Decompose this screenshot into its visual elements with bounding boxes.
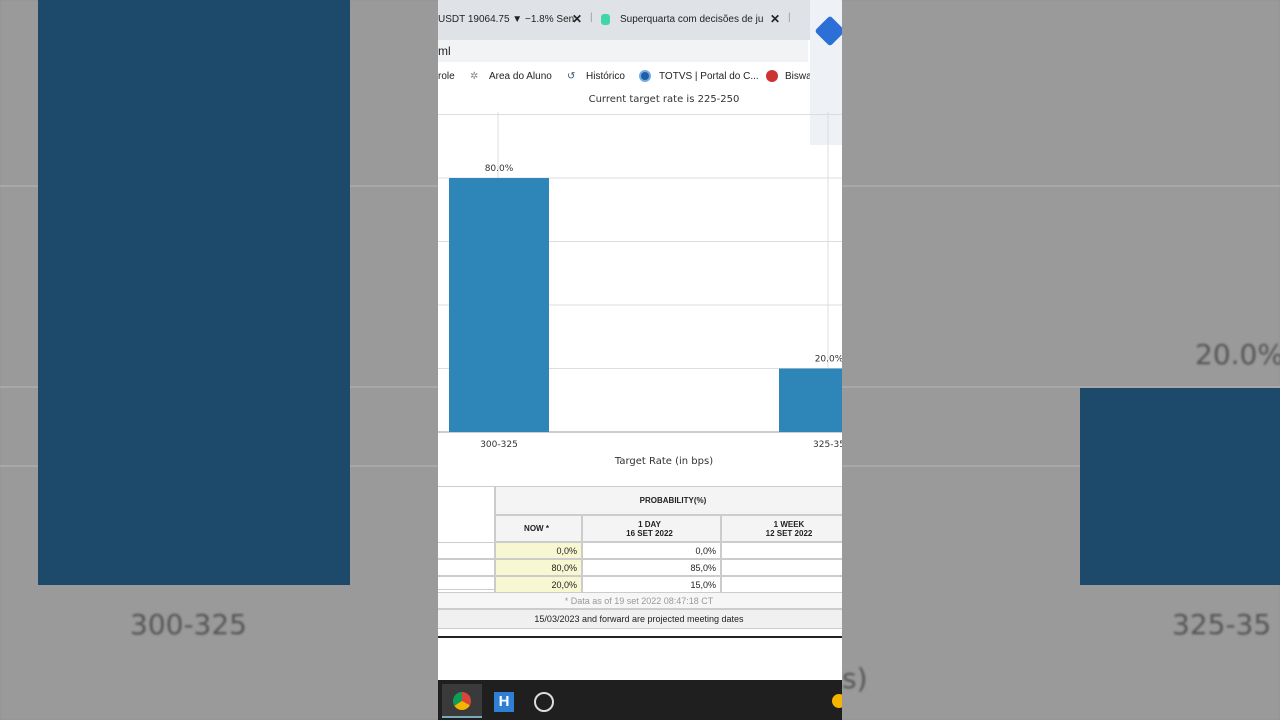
tab-superquarta[interactable]: Superquarta com decisões de ju — [620, 14, 763, 25]
probability-cell: 91, — [721, 559, 842, 576]
taskbar-chrome[interactable] — [442, 684, 482, 718]
chart-title: Current target rate is 225-250 — [589, 94, 740, 105]
biswa-icon — [766, 70, 778, 82]
history-icon: ↺ — [567, 71, 576, 82]
bookmark[interactable]: role — [438, 71, 455, 82]
data-label: 80.0% — [485, 164, 514, 174]
tab-strip: USDT 19064.75 ▼ −1.8% Sen ✕ | Superquart… — [438, 0, 842, 40]
probability-cell: 80,0% — [495, 559, 582, 576]
divider — [438, 636, 842, 638]
bookmark[interactable]: TOTVS | Portal do C... — [659, 71, 759, 82]
tray-icon[interactable] — [832, 694, 842, 708]
bookmark[interactable]: Area do Aluno — [489, 71, 552, 82]
probability-chart: Current target rate is 225-250 80.0% 300-… — [438, 94, 842, 467]
row-label-cell — [438, 559, 495, 576]
bookmark[interactable]: Biswa — [785, 71, 812, 82]
bg-label-right: 325-35 — [1172, 608, 1272, 641]
h-app-icon[interactable]: H — [494, 692, 514, 712]
col-header-now: NOW * — [495, 515, 582, 542]
bg-bar-right — [1080, 388, 1280, 585]
col-header-1day: 1 DAY 16 SET 2022 — [582, 515, 721, 542]
row-label-cell — [438, 576, 495, 593]
probability-cell: 20,0% — [495, 576, 582, 593]
chrome-icon — [453, 692, 471, 710]
bar — [449, 178, 549, 432]
close-icon[interactable]: ✕ — [770, 12, 780, 26]
tab-usdt[interactable]: USDT 19064.75 ▼ −1.8% Sen — [438, 14, 574, 25]
close-icon[interactable]: ✕ — [572, 12, 582, 26]
favicon-icon — [601, 14, 610, 25]
taskbar: H — [438, 680, 842, 720]
data-timestamp: * Data as of 19 set 2022 08:47:18 CT — [438, 592, 842, 609]
bg-label-left: 300-325 — [130, 608, 247, 641]
bookmark[interactable]: Histórico — [586, 71, 625, 82]
extension-icon[interactable] — [814, 15, 842, 47]
group-header: PROBABILITY(%) — [495, 486, 842, 515]
bg-bar-left — [38, 0, 350, 585]
probability-cell: 15,0% — [582, 576, 721, 593]
screen-recording: USDT 19064.75 ▼ −1.8% Sen ✕ | Superquart… — [438, 0, 842, 720]
obs-icon[interactable] — [534, 692, 554, 712]
data-label: 20.0% — [815, 355, 842, 365]
probability-cell: 85,0% — [582, 559, 721, 576]
col-header-1week: 1 WEEK 12 SET 2022 — [721, 515, 842, 542]
bar — [779, 368, 842, 432]
probability-cell: 0, — [721, 576, 842, 593]
tick-label: 300-325 — [480, 440, 518, 450]
totvs-icon — [639, 70, 651, 82]
bookmark-star-icon: ✲ — [470, 71, 479, 82]
bg-axis-fragment: s) — [842, 662, 868, 695]
row-label-cell — [438, 542, 495, 559]
address-bar[interactable]: ml — [438, 40, 808, 62]
bg-value-right: 20.0% — [1195, 338, 1280, 371]
bookmarks-bar: role ✲ Area do Aluno ↺ Histórico TOTVS |… — [438, 62, 812, 90]
probability-cell: 0,0% — [582, 542, 721, 559]
probability-cell: 9, — [721, 542, 842, 559]
projection-note: 15/03/2023 and forward are projected mee… — [438, 609, 842, 629]
probability-cell: 0,0% — [495, 542, 582, 559]
tick-label: 325-35 — [813, 440, 842, 450]
x-axis-label: Target Rate (in bps) — [614, 456, 713, 467]
